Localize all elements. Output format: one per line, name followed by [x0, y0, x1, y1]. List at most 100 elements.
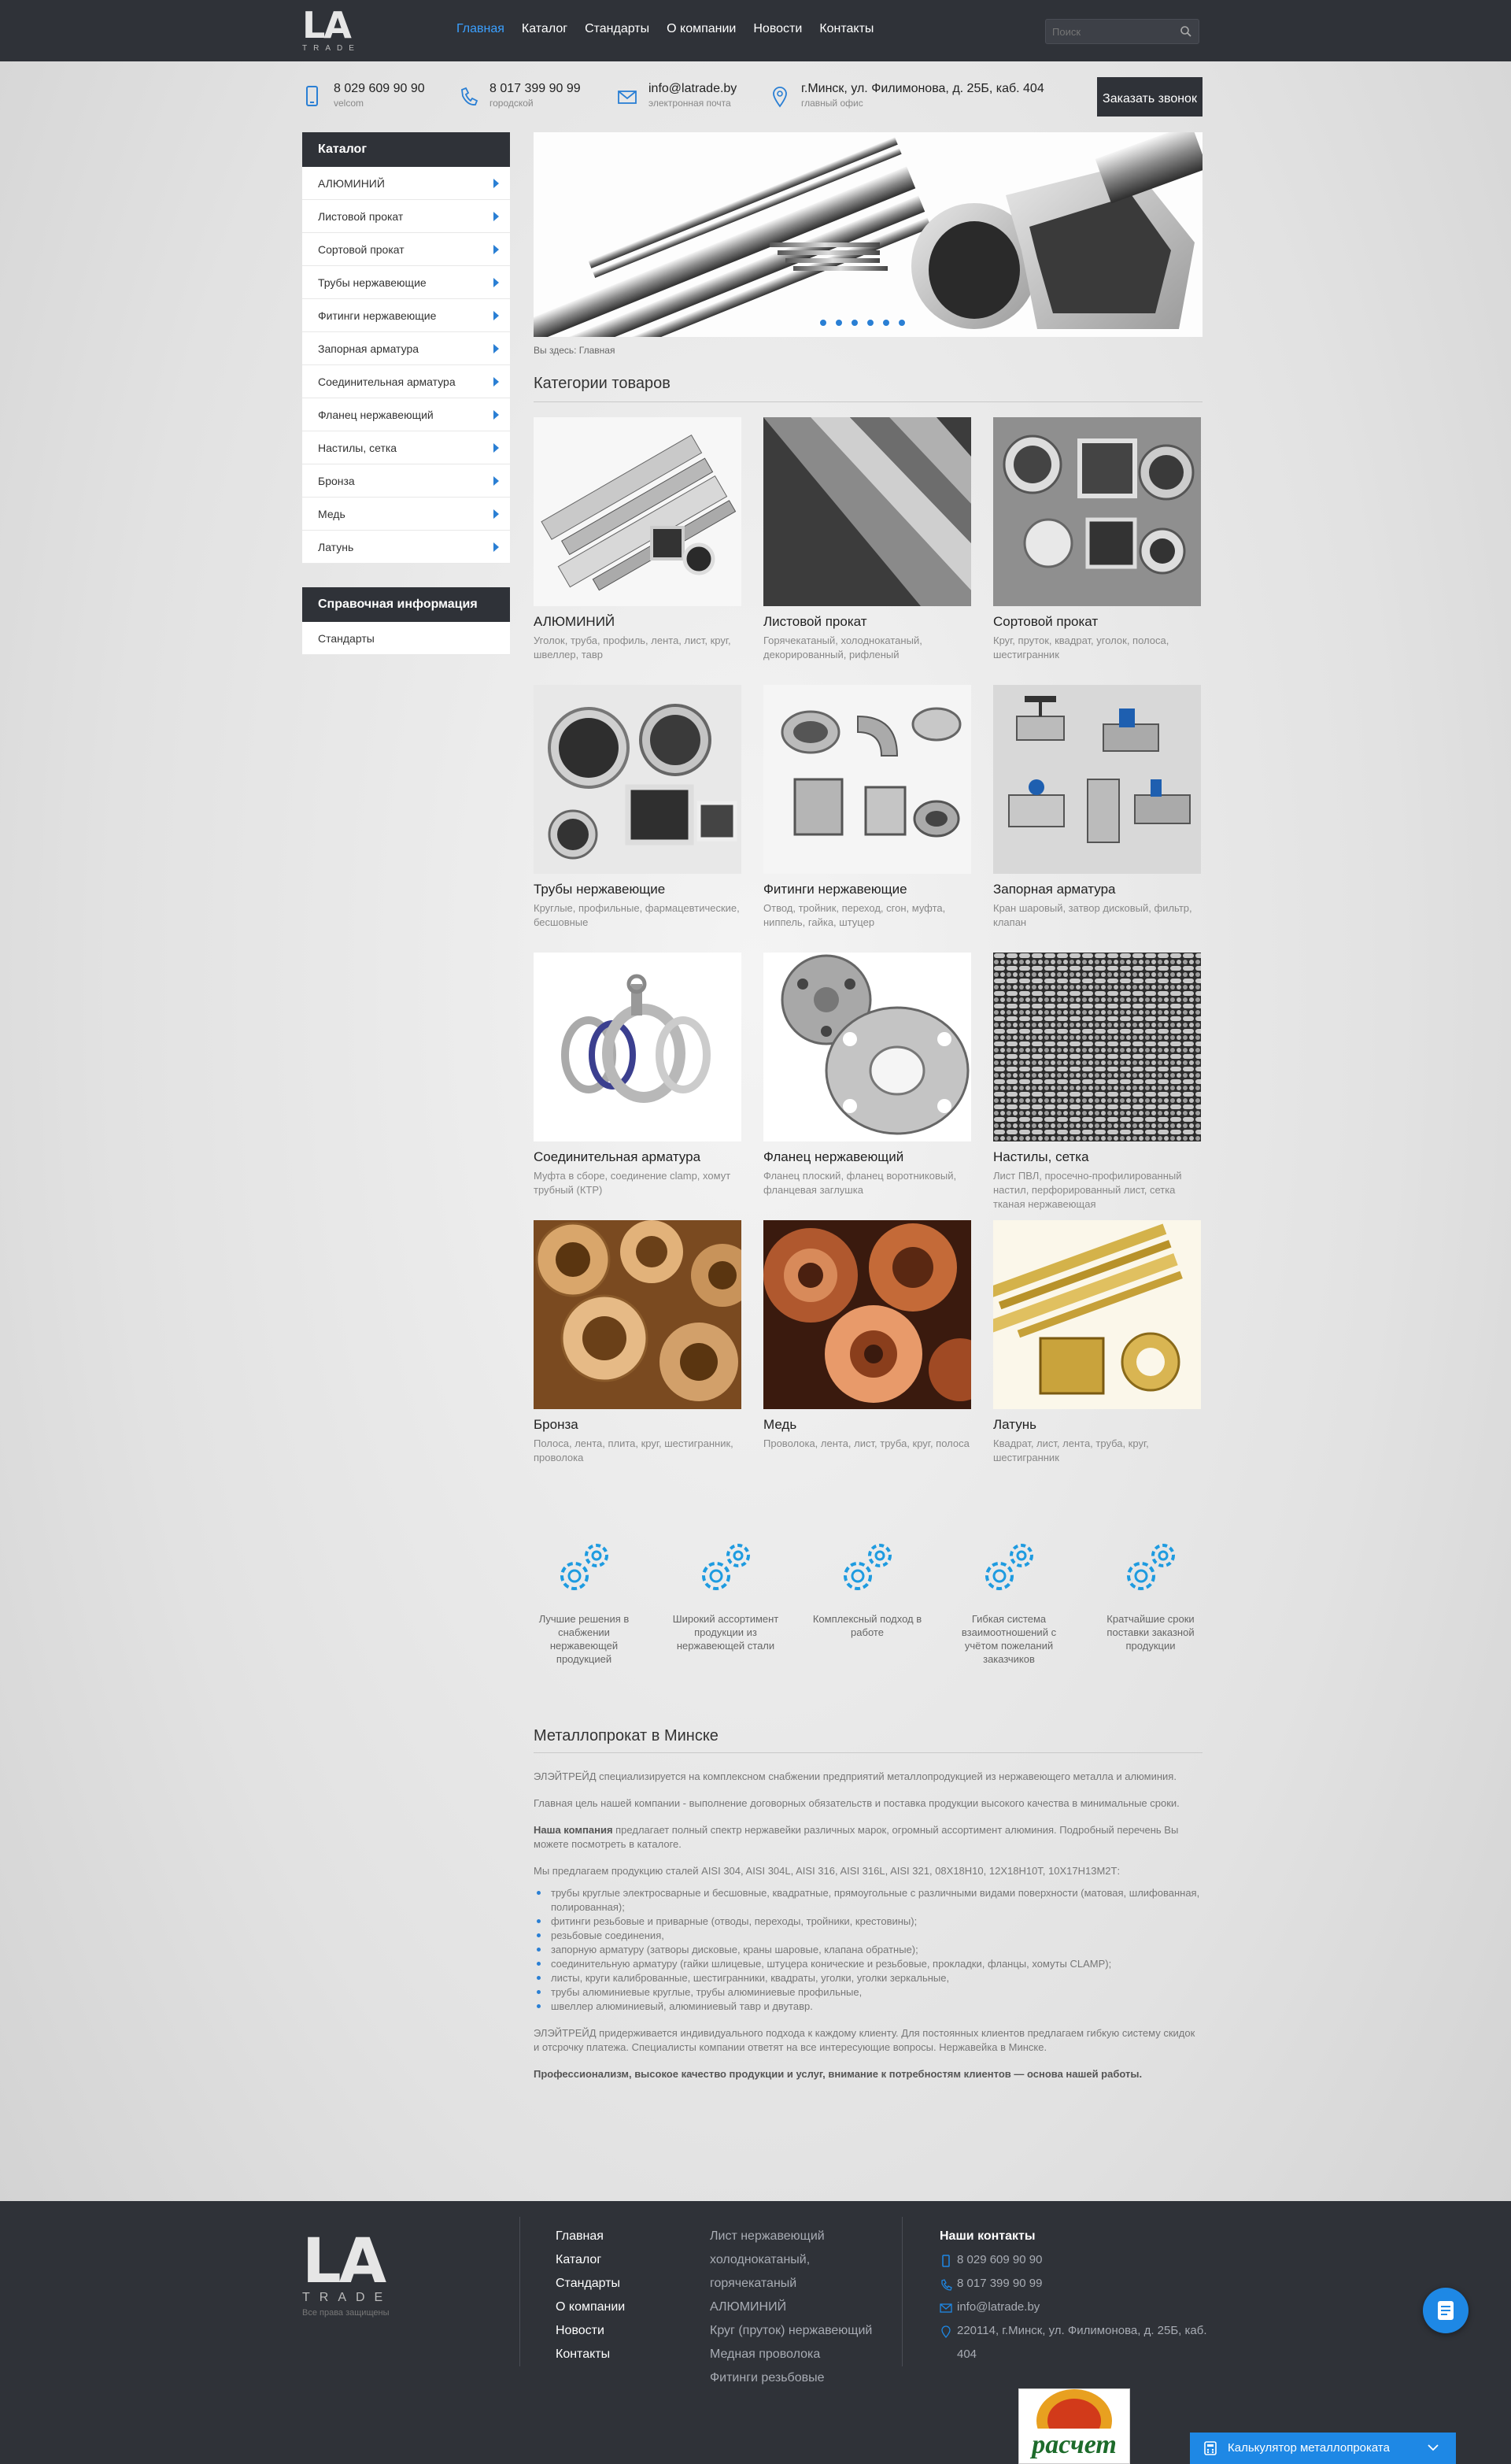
- product-name[interactable]: Настилы, сетка: [993, 1149, 1201, 1165]
- footer-product-link[interactable]: АЛЮМИНИЙ: [710, 2296, 899, 2319]
- product-image[interactable]: [993, 1220, 1201, 1409]
- product-card-bronze[interactable]: Бронза Полоса, лента, плита, круг, шести…: [534, 1220, 741, 1465]
- footer-link-standards[interactable]: Стандарты: [556, 2272, 625, 2296]
- email-address[interactable]: info@latrade.by: [648, 82, 737, 96]
- footer-link-contacts[interactable]: Контакты: [556, 2343, 625, 2366]
- chevron-down-icon[interactable]: [1428, 2444, 1439, 2452]
- footer-product-link[interactable]: холоднокатаный,: [710, 2248, 899, 2272]
- mobile-phone-number[interactable]: 8 029 609 90 90: [334, 82, 425, 96]
- catalog-item-copper[interactable]: Медь: [302, 498, 510, 531]
- product-name[interactable]: Листовой прокат: [763, 614, 971, 630]
- footer-product-link[interactable]: Фитинги резьбовые: [710, 2366, 899, 2390]
- slider-dot[interactable]: [866, 318, 875, 327]
- product-image[interactable]: [534, 685, 741, 874]
- raschet-banner[interactable]: расчет: [1018, 2388, 1130, 2464]
- calculator-bar[interactable]: Калькулятор металлопроката: [1190, 2433, 1456, 2464]
- product-card-flanges[interactable]: Фланец нержавеющий Фланец плоский, флане…: [763, 953, 971, 1197]
- catalog-menu: АЛЮМИНИЙ Листовой прокат Сортовой прокат…: [302, 167, 510, 564]
- arrow-right-icon: [493, 245, 499, 254]
- product-card-fittings[interactable]: Фитинги нержавеющие Отвод, тройник, пере…: [763, 685, 971, 930]
- footer-link-home[interactable]: Главная: [556, 2225, 625, 2248]
- catalog-item-valves[interactable]: Запорная арматура: [302, 332, 510, 365]
- catalog-item-sheet[interactable]: Листовой прокат: [302, 200, 510, 233]
- product-card-sheet[interactable]: Листовой прокат Горячекатаный, холоднока…: [763, 417, 971, 662]
- gears-icon: [844, 1544, 892, 1590]
- catalog-item-flanges[interactable]: Фланец нержавеющий: [302, 398, 510, 431]
- product-name[interactable]: Бронза: [534, 1417, 741, 1433]
- arrow-right-icon: [493, 311, 499, 320]
- catalog-item-pipes[interactable]: Трубы нержавеющие: [302, 266, 510, 299]
- product-image[interactable]: [763, 417, 971, 606]
- footer-link-about[interactable]: О компании: [556, 2296, 625, 2319]
- footer-logo[interactable]: LA TRADE Все права защищены: [302, 2231, 392, 2318]
- product-name[interactable]: Латунь: [993, 1417, 1201, 1433]
- product-name[interactable]: АЛЮМИНИЙ: [534, 614, 741, 630]
- info-item-standards[interactable]: Стандарты: [302, 622, 510, 655]
- product-image[interactable]: [993, 685, 1201, 874]
- search-icon[interactable]: [1180, 25, 1192, 38]
- product-image[interactable]: [763, 953, 971, 1141]
- gears-icon: [1127, 1544, 1175, 1590]
- catalog-item-brass[interactable]: Латунь: [302, 531, 510, 564]
- product-card-pipes[interactable]: Трубы нержавеющие Круглые, профильные, ф…: [534, 685, 741, 930]
- hero-slider[interactable]: [534, 132, 1203, 337]
- product-description: Муфта в сборе, соединение clamp, хомут т…: [534, 1170, 731, 1196]
- nav-link-home[interactable]: Главная: [456, 22, 504, 36]
- product-card-grating[interactable]: Настилы, сетка Лист ПВЛ, просечно-профил…: [993, 953, 1201, 1212]
- site-logo[interactable]: LA TRADE: [302, 7, 365, 55]
- catalog-item-aluminum[interactable]: АЛЮМИНИЙ: [302, 167, 510, 200]
- slider-dot[interactable]: [850, 318, 859, 327]
- nav-link-about[interactable]: О компании: [667, 22, 736, 36]
- footer-link-news[interactable]: Новости: [556, 2319, 625, 2343]
- nav-link-catalog[interactable]: Каталог: [522, 22, 567, 36]
- footer-phone-city[interactable]: 8 017 399 90 99: [940, 2272, 1207, 2296]
- search-box: [1045, 19, 1199, 44]
- footer-product-link[interactable]: Круг (пруток) нержавеющий: [710, 2319, 899, 2343]
- logo-subtitle: TRADE: [302, 44, 360, 53]
- catalog-item-fittings[interactable]: Фитинги нержавеющие: [302, 299, 510, 332]
- nav-link-news[interactable]: Новости: [753, 22, 802, 36]
- product-card-brass[interactable]: Латунь Квадрат, лист, лента, труба, круг…: [993, 1220, 1201, 1465]
- product-card-connectors[interactable]: Соединительная арматура Муфта в сборе, с…: [534, 953, 741, 1197]
- footer-email[interactable]: info@latrade.by: [940, 2296, 1207, 2319]
- slider-dot[interactable]: [881, 318, 891, 327]
- footer-product-link[interactable]: Лист нержавеющий: [710, 2225, 899, 2248]
- product-card-aluminum[interactable]: АЛЮМИНИЙ Уголок, труба, профиль, лента, …: [534, 417, 741, 662]
- product-image[interactable]: [993, 417, 1201, 606]
- product-image[interactable]: [763, 1220, 971, 1409]
- product-name[interactable]: Фланец нержавеющий: [763, 1149, 971, 1165]
- product-card-copper[interactable]: Медь Проволока, лента, лист, труба, круг…: [763, 1220, 971, 1451]
- about-paragraph: ЭЛЭЙТРЕЙД придерживается индивидуального…: [534, 2027, 1195, 2053]
- product-name[interactable]: Сортовой прокат: [993, 614, 1201, 630]
- product-image[interactable]: [534, 1220, 741, 1409]
- footer-link-catalog[interactable]: Каталог: [556, 2248, 625, 2272]
- slider-dot[interactable]: [818, 318, 828, 327]
- catalog-item-section[interactable]: Сортовой прокат: [302, 233, 510, 266]
- mail-icon: [940, 2303, 952, 2313]
- callback-button[interactable]: Заказать звонок: [1097, 77, 1203, 117]
- product-name[interactable]: Медь: [763, 1417, 971, 1433]
- footer-product-link[interactable]: Медная проволока: [710, 2343, 899, 2366]
- nav-link-standards[interactable]: Стандарты: [585, 22, 649, 36]
- catalog-item-connectors[interactable]: Соединительная арматура: [302, 365, 510, 398]
- slider-dot[interactable]: [834, 318, 844, 327]
- product-card-section[interactable]: Сортовой прокат Круг, пруток, квадрат, у…: [993, 417, 1201, 662]
- catalog-item-bronze[interactable]: Бронза: [302, 464, 510, 498]
- catalog-item-grating[interactable]: Настилы, сетка: [302, 431, 510, 464]
- chat-widget-button[interactable]: [1423, 2288, 1469, 2333]
- product-image[interactable]: [534, 417, 741, 606]
- product-name[interactable]: Трубы нержавеющие: [534, 882, 741, 897]
- footer-phone-mobile[interactable]: 8 029 609 90 90: [940, 2248, 1207, 2272]
- city-phone-number[interactable]: 8 017 399 90 99: [490, 82, 581, 96]
- search-input[interactable]: [1046, 20, 1172, 43]
- slider-dot[interactable]: [897, 318, 907, 327]
- product-name[interactable]: Соединительная арматура: [534, 1149, 741, 1165]
- product-image[interactable]: [993, 953, 1201, 1141]
- product-image[interactable]: [763, 685, 971, 874]
- product-name[interactable]: Запорная арматура: [993, 882, 1201, 897]
- product-name[interactable]: Фитинги нержавеющие: [763, 882, 971, 897]
- product-card-valves[interactable]: Запорная арматура Кран шаровый, затвор д…: [993, 685, 1201, 930]
- footer-product-link[interactable]: горячекатаный: [710, 2272, 899, 2296]
- nav-link-contacts[interactable]: Контакты: [819, 22, 874, 36]
- product-image[interactable]: [534, 953, 741, 1141]
